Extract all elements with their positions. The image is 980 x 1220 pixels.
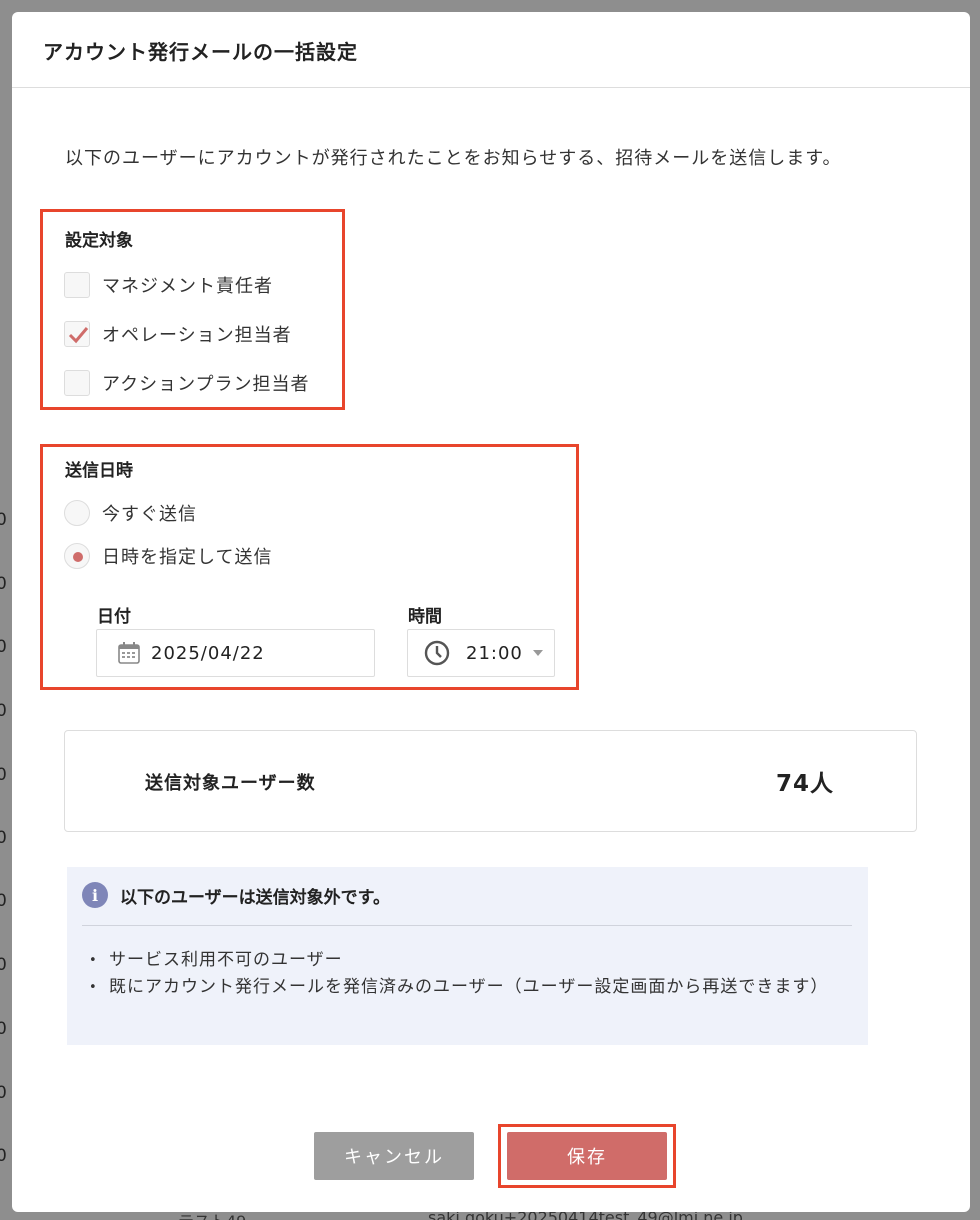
user-count-panel: 送信対象ユーザー数 74人 (64, 730, 917, 832)
bg-cell: 0 (0, 637, 7, 657)
bg-cell: 0 (0, 1146, 7, 1166)
time-label: 時間 (408, 607, 442, 627)
info-heading-text: 以下のユーザーは送信対象外です。 (120, 887, 390, 908)
date-value: 2025/04/22 (151, 642, 265, 664)
option-label: アクションプラン担当者 (102, 374, 310, 395)
target-option-actionplan[interactable]: アクションプラン担当者 (64, 369, 310, 397)
bg-cell: 0 (0, 891, 7, 911)
target-section-title: 設定対象 (65, 231, 133, 251)
option-label: オペレーション担当者 (102, 325, 292, 346)
target-option-management[interactable]: マネジメント責任者 (64, 271, 273, 299)
schedule-option-datetime[interactable]: 日時を指定して送信 (64, 542, 272, 570)
divider (82, 925, 852, 926)
schedule-section-title: 送信日時 (65, 461, 133, 481)
info-heading: i 以下のユーザーは送信対象外です。 (82, 882, 390, 908)
radio-dot (73, 552, 83, 562)
time-select[interactable]: 21:00 (407, 629, 555, 677)
schedule-option-now[interactable]: 今すぐ送信 (64, 499, 197, 527)
list-item: サービス利用不可のユーザー (89, 947, 854, 974)
time-value: 21:00 (466, 642, 523, 664)
bg-cell: 0 (0, 765, 7, 785)
radio[interactable] (64, 500, 90, 526)
date-field[interactable]: 2025/04/22 (96, 629, 375, 677)
exclusion-info-box: i 以下のユーザーは送信対象外です。 サービス利用不可のユーザー 既にアカウント… (67, 867, 868, 1045)
checkbox[interactable] (64, 370, 90, 396)
option-label: 日時を指定して送信 (102, 547, 273, 568)
target-option-operation[interactable]: オペレーション担当者 (64, 320, 292, 348)
option-label: 今すぐ送信 (102, 504, 197, 525)
radio-selected[interactable] (64, 543, 90, 569)
user-count-label: 送信対象ユーザー数 (145, 773, 316, 794)
cancel-button[interactable]: キャンセル (314, 1132, 474, 1180)
bulk-settings-modal: アカウント発行メールの一括設定 以下のユーザーにアカウントが発行されたことをお知… (12, 12, 970, 1212)
intro-text: 以下のユーザーにアカウントが発行されたことをお知らせする、招待メールを送信します… (65, 148, 842, 169)
checkmark-icon (68, 327, 89, 344)
bg-cell: 0 (0, 1019, 7, 1039)
chevron-down-icon (532, 650, 543, 656)
modal-title: アカウント発行メールの一括設定 (12, 12, 970, 88)
user-count-value: 74人 (775, 771, 834, 797)
checkbox[interactable] (64, 272, 90, 298)
checkbox-checked[interactable] (64, 321, 90, 347)
bg-cell: 0 (0, 701, 7, 721)
info-icon: i (82, 882, 108, 908)
bg-cell: 0 (0, 1083, 7, 1103)
clock-icon (424, 640, 450, 666)
option-label: マネジメント責任者 (102, 276, 273, 297)
info-list: サービス利用不可のユーザー 既にアカウント発行メールを発信済みのユーザー（ユーザ… (89, 947, 854, 1001)
bg-cell: 0 (0, 574, 7, 594)
save-button[interactable]: 保存 (507, 1132, 667, 1180)
date-label: 日付 (97, 607, 131, 627)
bg-cell: 0 (0, 510, 7, 530)
calendar-icon (118, 642, 140, 664)
list-item: 既にアカウント発行メールを発信済みのユーザー（ユーザー設定画面から再送できます） (89, 974, 854, 1001)
bg-cell: 0 (0, 828, 7, 848)
bg-cell: 0 (0, 955, 7, 975)
